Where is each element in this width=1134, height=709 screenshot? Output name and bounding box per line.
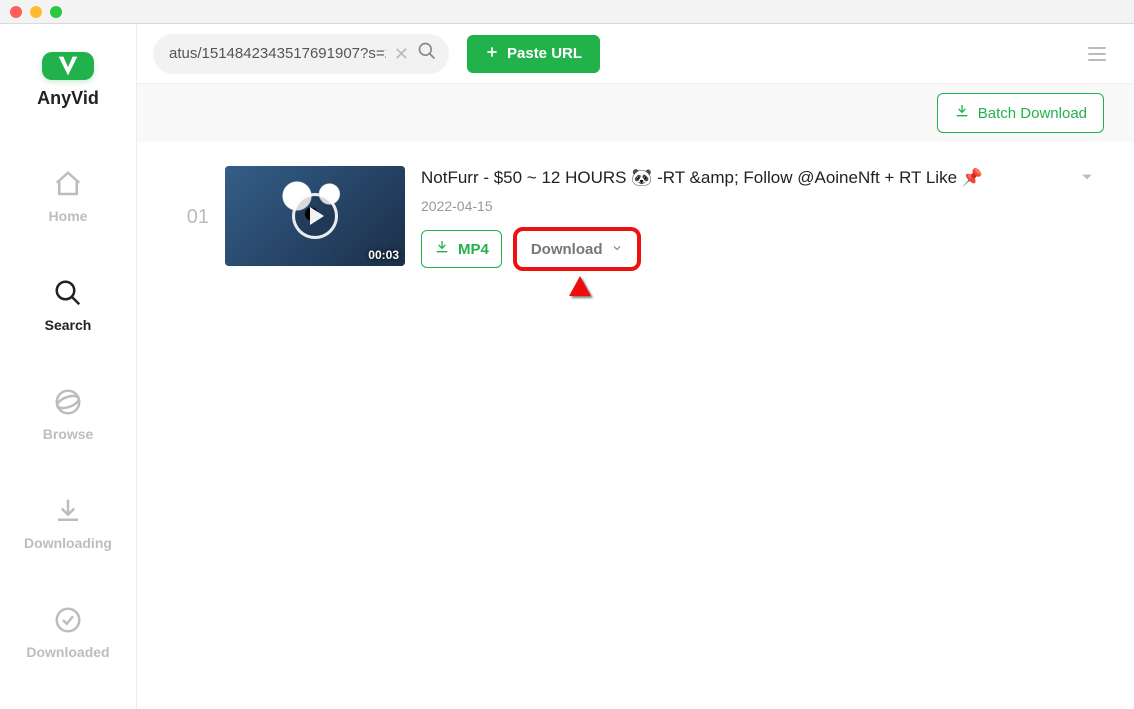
app-logo: [42, 52, 94, 80]
paste-url-button[interactable]: Paste URL: [467, 35, 600, 73]
clear-icon[interactable]: ✕: [394, 45, 409, 63]
globe-icon: [53, 387, 83, 420]
chevron-down-icon: [611, 241, 623, 258]
mp4-button[interactable]: MP4: [421, 230, 502, 268]
minimize-window-button[interactable]: [30, 6, 42, 18]
result-row: 01 00:03 NotFurr - $50 ~ 12 HOURS 🐼 -RT …: [177, 166, 1094, 268]
window-titlebar: [0, 0, 1134, 24]
results-panel: 01 00:03 NotFurr - $50 ~ 12 HOURS 🐼 -RT …: [137, 142, 1134, 709]
app-name: AnyVid: [37, 88, 99, 109]
download-icon: [434, 239, 450, 259]
result-actions: MP4 Download: [421, 230, 1064, 268]
paste-url-label: Paste URL: [507, 45, 582, 62]
row-expand-caret[interactable]: [1080, 170, 1094, 189]
main-panel: ✕ Paste URL Batch Downloa: [137, 24, 1134, 709]
sidebar: AnyVid Home Search Browse Downloading: [0, 24, 137, 709]
result-index: 01: [177, 206, 209, 229]
video-thumbnail[interactable]: 00:03: [225, 166, 405, 266]
download-label: Download: [531, 241, 603, 258]
sidebar-item-label: Downloading: [24, 535, 112, 551]
search-submit-icon[interactable]: [417, 41, 437, 66]
download-icon: [53, 496, 83, 529]
toolbar: Batch Download: [137, 84, 1134, 142]
menu-icon[interactable]: [1082, 41, 1112, 67]
sidebar-item-downloading[interactable]: Downloading: [24, 496, 112, 551]
sidebar-item-label: Search: [45, 317, 92, 333]
sidebar-item-label: Home: [49, 208, 88, 224]
maximize-window-button[interactable]: [50, 6, 62, 18]
sidebar-item-label: Downloaded: [26, 644, 109, 660]
download-icon: [954, 103, 970, 123]
search-input[interactable]: [169, 45, 386, 62]
play-icon: [292, 193, 338, 239]
close-window-button[interactable]: [10, 6, 22, 18]
check-circle-icon: [53, 605, 83, 638]
batch-download-label: Batch Download: [978, 105, 1087, 122]
video-duration: 00:03: [368, 248, 399, 262]
sidebar-item-browse[interactable]: Browse: [43, 387, 94, 442]
sidebar-item-label: Browse: [43, 426, 94, 442]
sidebar-item-downloaded[interactable]: Downloaded: [26, 605, 109, 660]
result-info: NotFurr - $50 ~ 12 HOURS 🐼 -RT &amp; Fol…: [421, 166, 1064, 268]
plus-icon: [485, 45, 499, 63]
result-date: 2022-04-15: [421, 198, 1064, 214]
result-title: NotFurr - $50 ~ 12 HOURS 🐼 -RT &amp; Fol…: [421, 168, 1064, 188]
search-box: ✕: [153, 34, 449, 74]
sidebar-item-home[interactable]: Home: [49, 169, 88, 224]
download-dropdown-button[interactable]: Download: [516, 230, 638, 268]
search-icon: [53, 278, 83, 311]
annotation-arrow: [565, 276, 595, 396]
mp4-label: MP4: [458, 241, 489, 258]
home-icon: [53, 169, 83, 202]
batch-download-button[interactable]: Batch Download: [937, 93, 1104, 133]
sidebar-item-search[interactable]: Search: [45, 278, 92, 333]
topbar: ✕ Paste URL: [137, 24, 1134, 84]
